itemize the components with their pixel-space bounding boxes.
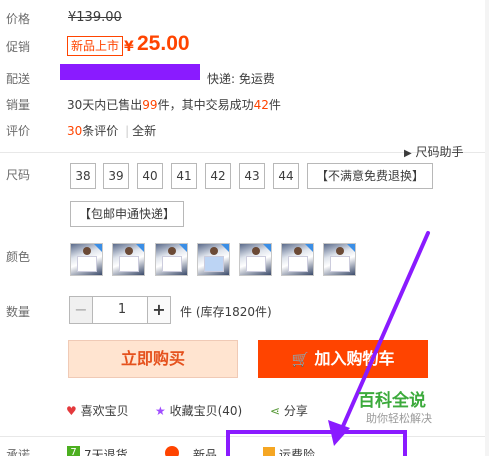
- watermark-subtitle: 助你轻松解决: [366, 412, 432, 425]
- annotation-highlight-box: [226, 430, 407, 456]
- scroll-edge: [485, 0, 489, 456]
- watermark-title: 百科全说: [358, 391, 426, 411]
